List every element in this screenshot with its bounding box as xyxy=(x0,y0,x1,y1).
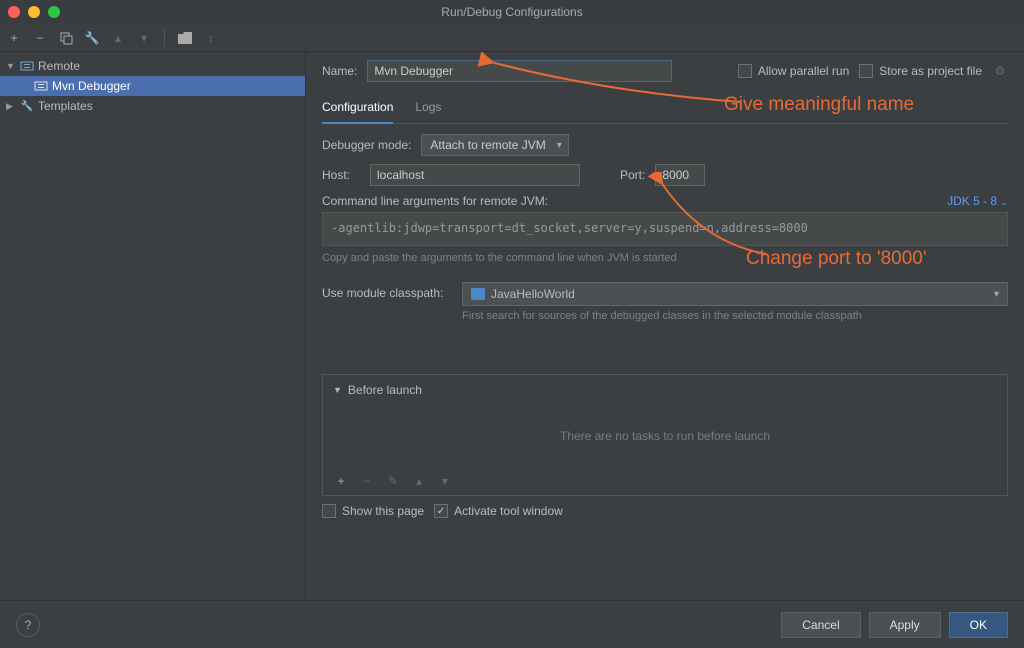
up-task-icon[interactable]: ▴ xyxy=(411,473,427,489)
close-window-button[interactable] xyxy=(8,6,20,18)
sidebar-remote-group[interactable]: ▼ Remote xyxy=(0,56,305,76)
host-label: Host: xyxy=(322,168,360,182)
remote-icon xyxy=(34,79,48,93)
activate-tool-checkbox[interactable]: ✓Activate tool window xyxy=(434,504,563,518)
apply-button[interactable]: Apply xyxy=(869,612,941,638)
host-input[interactable] xyxy=(370,164,580,186)
footer: ? Cancel Apply OK xyxy=(0,600,1024,648)
port-input[interactable] xyxy=(655,164,705,186)
module-icon xyxy=(471,288,485,300)
cmd-args-readonly[interactable]: -agentlib:jdwp=transport=dt_socket,serve… xyxy=(322,212,1008,246)
cancel-button[interactable]: Cancel xyxy=(781,612,860,638)
toolbar: + − 🔧 ▴ ▾ ↕ xyxy=(0,24,1024,52)
minimize-window-button[interactable] xyxy=(28,6,40,18)
down-task-icon[interactable]: ▾ xyxy=(437,473,453,489)
help-button[interactable]: ? xyxy=(16,613,40,637)
module-classpath-select[interactable]: JavaHelloWorld xyxy=(462,282,1008,306)
maximize-window-button[interactable] xyxy=(48,6,60,18)
before-launch-empty: There are no tasks to run before launch xyxy=(323,405,1007,467)
sidebar-templates[interactable]: ▶ 🔧 Templates xyxy=(0,96,305,116)
remove-icon[interactable]: − xyxy=(32,30,48,46)
debugger-mode-select[interactable]: Attach to remote JVM xyxy=(421,134,568,156)
up-icon[interactable]: ▴ xyxy=(110,30,126,46)
sidebar-item-label: Mvn Debugger xyxy=(52,79,131,93)
store-project-checkbox[interactable]: Store as project file xyxy=(859,64,982,78)
before-launch-header[interactable]: ▼Before launch xyxy=(323,375,1007,405)
content-panel: Name: Allow parallel run Store as projec… xyxy=(306,52,1024,600)
wrench-icon[interactable]: 🔧 xyxy=(84,30,100,46)
tabs: Configuration Logs xyxy=(322,96,1008,124)
down-icon[interactable]: ▾ xyxy=(136,30,152,46)
gear-icon[interactable]: ⚙ xyxy=(992,63,1008,79)
add-task-icon[interactable]: + xyxy=(333,473,349,489)
window-title: Run/Debug Configurations xyxy=(441,5,582,19)
wrench-icon: 🔧 xyxy=(20,99,34,113)
sidebar: ▼ Remote Mvn Debugger ▶ 🔧 Templates xyxy=(0,52,306,600)
tab-logs[interactable]: Logs xyxy=(415,96,441,123)
ok-button[interactable]: OK xyxy=(949,612,1008,638)
module-label: Use module classpath: xyxy=(322,282,452,300)
show-page-checkbox[interactable]: Show this page xyxy=(322,504,424,518)
port-label: Port: xyxy=(620,168,645,182)
cmd-args-label: Command line arguments for remote JVM: xyxy=(322,194,548,208)
edit-task-icon[interactable]: ✎ xyxy=(385,473,401,489)
tab-configuration[interactable]: Configuration xyxy=(322,96,393,124)
add-icon[interactable]: + xyxy=(6,30,22,46)
cmd-hint: Copy and paste the arguments to the comm… xyxy=(322,252,1008,264)
module-hint: First search for sources of the debugged… xyxy=(462,310,1008,322)
titlebar: Run/Debug Configurations xyxy=(0,0,1024,24)
remote-icon xyxy=(20,59,34,73)
sidebar-item-mvn-debugger[interactable]: Mvn Debugger xyxy=(0,76,305,96)
copy-icon[interactable] xyxy=(58,30,74,46)
name-label: Name: xyxy=(322,64,357,78)
sort-icon[interactable]: ↕ xyxy=(203,30,219,46)
remove-task-icon[interactable]: − xyxy=(359,473,375,489)
sidebar-templates-label: Templates xyxy=(38,99,93,113)
folder-icon[interactable] xyxy=(177,30,193,46)
debugger-mode-label: Debugger mode: xyxy=(322,138,411,152)
name-input[interactable] xyxy=(367,60,672,82)
sidebar-remote-label: Remote xyxy=(38,59,80,73)
jdk-version-link[interactable]: JDK 5 - 8 ⌄ xyxy=(947,194,1008,208)
allow-parallel-checkbox[interactable]: Allow parallel run xyxy=(738,64,849,78)
